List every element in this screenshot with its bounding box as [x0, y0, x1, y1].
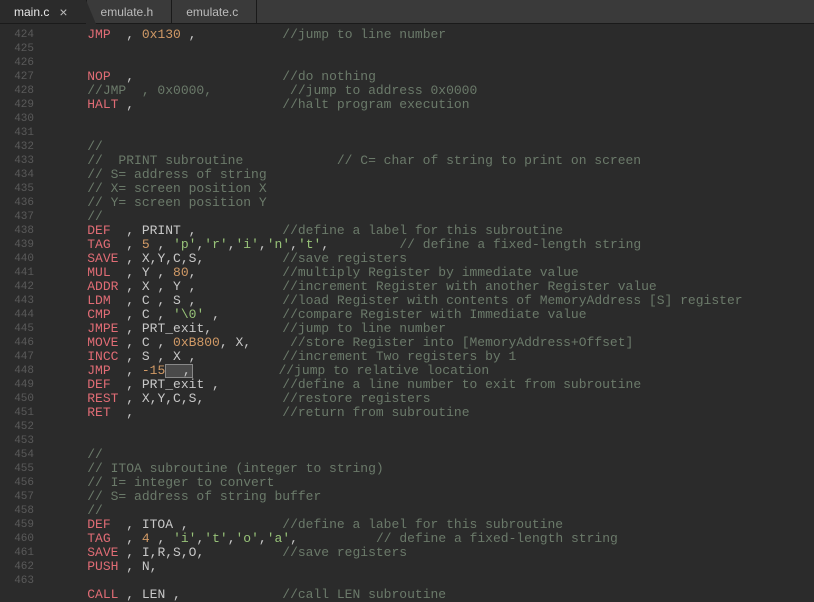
line-number: 451 — [0, 406, 34, 420]
code-line: DEF , PRT_exit , //define a line number … — [56, 378, 814, 392]
line-number: 455 — [0, 462, 34, 476]
tab-label: emulate.h — [101, 5, 154, 19]
code-line — [56, 126, 814, 140]
code-line: CALL , LEN , //call LEN subroutine — [56, 588, 814, 602]
line-number: 459 — [0, 518, 34, 532]
code-line: MUL , Y , 80, //multiply Register by imm… — [56, 266, 814, 280]
code-line: // S= address of string buffer — [56, 490, 814, 504]
code-line: SAVE , I,R,S,O, //save registers — [56, 546, 814, 560]
tab-emulate-c[interactable]: emulate.c — [172, 0, 257, 23]
code-line: // S= address of string — [56, 168, 814, 182]
close-icon[interactable]: × — [59, 5, 67, 19]
line-number: 429 — [0, 98, 34, 112]
line-number: 458 — [0, 504, 34, 518]
code-line: // Y= screen position Y — [56, 196, 814, 210]
code-line: DEF , ITOA , //define a label for this s… — [56, 518, 814, 532]
code-line: RET , //return from subroutine — [56, 406, 814, 420]
code-line: // I= integer to convert — [56, 476, 814, 490]
line-number: 432 — [0, 140, 34, 154]
line-number: 448 — [0, 364, 34, 378]
line-number: 450 — [0, 392, 34, 406]
line-number: 462 — [0, 560, 34, 574]
code-line: // — [56, 504, 814, 518]
code-line: JMP , 0x130 , //jump to line number — [56, 28, 814, 42]
code-line: // X= screen position X — [56, 182, 814, 196]
line-number: 447 — [0, 350, 34, 364]
line-number: 452 — [0, 420, 34, 434]
line-number: 431 — [0, 126, 34, 140]
code-line: CMP , C , '\0' , //compare Register with… — [56, 308, 814, 322]
line-number: 426 — [0, 56, 34, 70]
code-line: NOP , //do nothing — [56, 70, 814, 84]
line-number: 425 — [0, 42, 34, 56]
line-number: 427 — [0, 70, 34, 84]
code-line: PUSH , N, — [56, 560, 814, 574]
line-number: 433 — [0, 154, 34, 168]
code-line: INCC , S , X , //increment Two registers… — [56, 350, 814, 364]
code-line: TAG , 4 , 'i','t','o','a', // define a f… — [56, 532, 814, 546]
code-line: REST , X,Y,C,S, //restore registers — [56, 392, 814, 406]
line-number: 436 — [0, 196, 34, 210]
tab-label: main.c — [14, 5, 49, 19]
code-line: TAG , 5 , 'p','r','i','n','t', // define… — [56, 238, 814, 252]
code-line: // — [56, 140, 814, 154]
code-line: DEF , PRINT , //define a label for this … — [56, 224, 814, 238]
line-number: 434 — [0, 168, 34, 182]
line-number: 435 — [0, 182, 34, 196]
code-line — [56, 434, 814, 448]
code-line — [56, 112, 814, 126]
line-number: 439 — [0, 238, 34, 252]
line-number: 445 — [0, 322, 34, 336]
line-number: 460 — [0, 532, 34, 546]
code-line: // — [56, 448, 814, 462]
line-number: 446 — [0, 336, 34, 350]
code-line: JMPE , PRT_exit, //jump to line number — [56, 322, 814, 336]
code-line: // — [56, 210, 814, 224]
line-number: 461 — [0, 546, 34, 560]
line-number: 442 — [0, 280, 34, 294]
line-number: 440 — [0, 252, 34, 266]
line-number: 454 — [0, 448, 34, 462]
line-number: 438 — [0, 224, 34, 238]
code-line: //JMP , 0x0000, //jump to address 0x0000 — [56, 84, 814, 98]
line-number: 424 — [0, 28, 34, 42]
line-number: 441 — [0, 266, 34, 280]
code-line: LDM , C , S , //load Register with conte… — [56, 294, 814, 308]
tab-label: emulate.c — [186, 5, 238, 19]
line-number: 443 — [0, 294, 34, 308]
code-area[interactable]: JMP , 0x130 , //jump to line number NOP … — [44, 24, 814, 586]
line-number-gutter: 4244254264274284294304314324334344354364… — [0, 24, 44, 586]
code-line: HALT , //halt program execution — [56, 98, 814, 112]
line-number: 437 — [0, 210, 34, 224]
line-number: 453 — [0, 434, 34, 448]
code-line — [56, 56, 814, 70]
line-number: 449 — [0, 378, 34, 392]
tab-emulate-h[interactable]: emulate.h — [87, 0, 173, 23]
code-line: MOVE , C , 0xB800, X, //store Register i… — [56, 336, 814, 350]
code-line: // ITOA subroutine (integer to string) — [56, 462, 814, 476]
tab-main-c[interactable]: main.c × — [0, 0, 87, 23]
code-line: JMP , -15 , //jump to relative location — [56, 364, 814, 378]
line-number: 457 — [0, 490, 34, 504]
code-line — [56, 42, 814, 56]
code-line: SAVE , X,Y,C,S, //save registers — [56, 252, 814, 266]
tab-bar: main.c × emulate.h emulate.c — [0, 0, 814, 24]
editor: 4244254264274284294304314324334344354364… — [0, 24, 814, 586]
line-number: 444 — [0, 308, 34, 322]
code-line: ADDR , X , Y , //increment Register with… — [56, 280, 814, 294]
code-line — [56, 420, 814, 434]
line-number: 456 — [0, 476, 34, 490]
code-line: // PRINT subroutine // C= char of string… — [56, 154, 814, 168]
line-number: 430 — [0, 112, 34, 126]
line-number: 428 — [0, 84, 34, 98]
